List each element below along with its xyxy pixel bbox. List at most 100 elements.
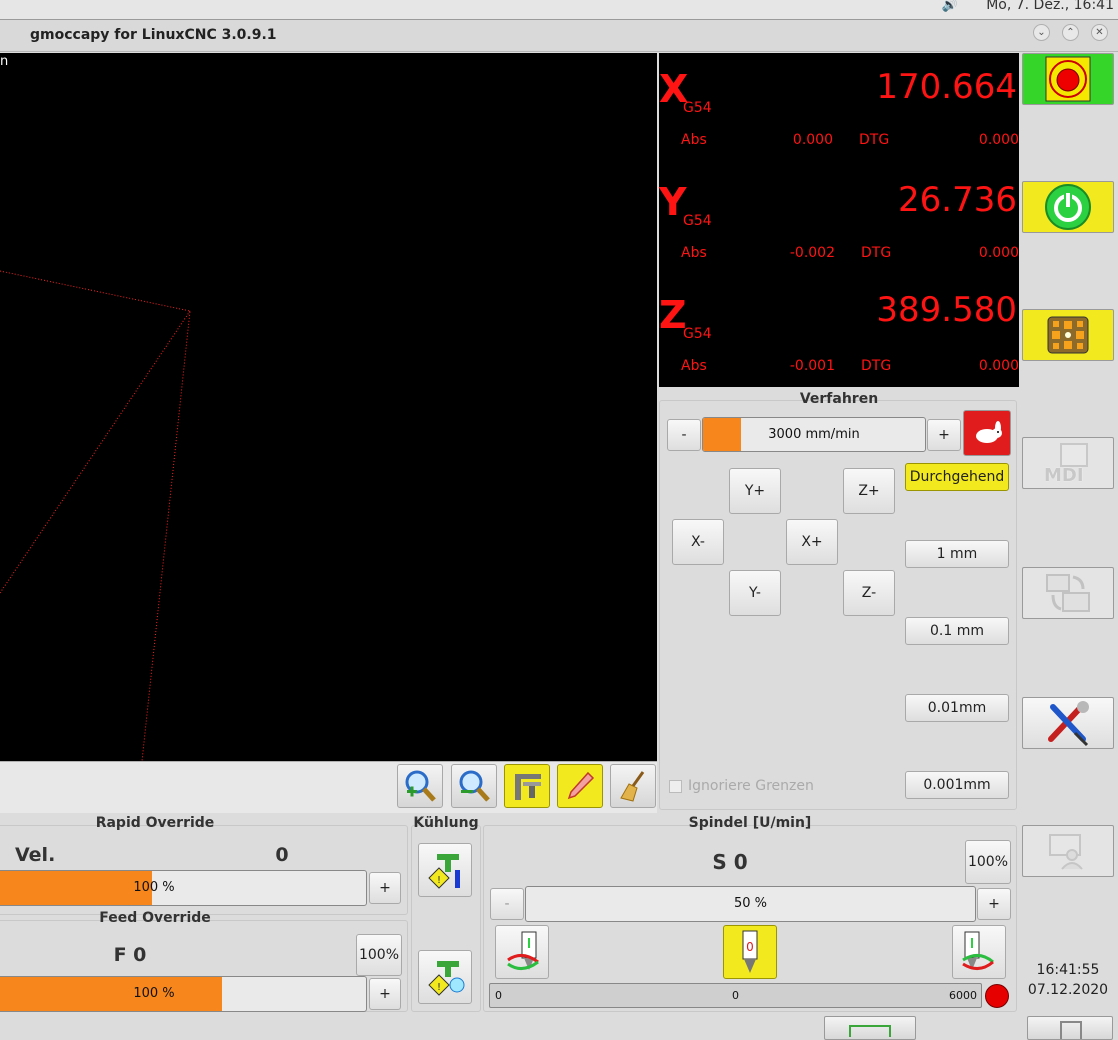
flood-coolant-icon: ! (428, 854, 460, 889)
rapid-override-slider[interactable]: 100 % (0, 870, 367, 906)
feed-override-percent: 100 % (133, 986, 175, 1001)
rapid-override-plus-button[interactable]: + (369, 872, 401, 904)
close-icon[interactable]: ✕ (1091, 24, 1108, 41)
dro-z-abs-label: Abs (681, 358, 707, 374)
jog-z-minus-button[interactable]: Z- (843, 570, 895, 616)
tools-icon (1048, 701, 1089, 747)
dro-x-dtg-label: DTG (859, 132, 890, 148)
machine-power-button[interactable] (1022, 181, 1114, 233)
dro-z-value[interactable]: 389.580 (777, 293, 1017, 327)
clear-preview-button[interactable] (610, 764, 656, 808)
zoom-in-button[interactable] (397, 764, 443, 808)
jog-increment-0-1mm[interactable]: 0.1 mm (905, 617, 1009, 645)
gcode-preview[interactable] (0, 53, 657, 761)
mist-coolant-icon: ! (428, 961, 465, 996)
spindle-override-percent: 50 % (733, 896, 768, 911)
spindle-override-minus-button[interactable]: - (490, 888, 524, 920)
dro-z-dtg-label: DTG (861, 358, 892, 374)
jog-increment-1mm[interactable]: 1 mm (905, 540, 1009, 568)
preview-label: n (0, 54, 9, 69)
jog-x-minus-button[interactable]: X- (672, 519, 724, 565)
feed-value: F 0 (113, 944, 147, 966)
jog-panel (659, 400, 1017, 810)
turtle-rabbit-button[interactable] (963, 410, 1011, 456)
broom-icon (620, 771, 645, 802)
svg-text:0: 0 (746, 940, 754, 954)
mdi-label: MDI (1044, 465, 1084, 486)
jog-speed-slider[interactable]: 3000 mm/min (702, 417, 926, 452)
auto-mode-button[interactable] (1022, 567, 1114, 619)
estop-button[interactable] (1022, 53, 1114, 105)
zoom-in-icon (405, 770, 436, 802)
spindle-title: Spindel [U/min] (688, 815, 812, 831)
dro-z-abs-value: -0.001 (789, 358, 835, 374)
spindle-speed-value: S 0 (712, 850, 748, 874)
spindle-forward-button[interactable] (495, 925, 549, 979)
svg-text:!: ! (437, 982, 441, 993)
spindle-stop-button[interactable]: 0 (723, 925, 777, 979)
spindle-reverse-button[interactable] (952, 925, 1006, 979)
spindle-override-reset-button[interactable]: 100% (965, 840, 1011, 884)
bottom-action-button[interactable] (824, 1016, 916, 1040)
dro-panel: X 170.664 G54 Abs 0.000 DTG 0.000 Y 26.7… (659, 53, 1019, 387)
mdi-icon: MDI (1038, 441, 1098, 486)
maximize-icon[interactable]: ⌃ (1062, 24, 1079, 41)
rapid-vel-value: 0 (275, 844, 289, 866)
jog-increment-0-01mm[interactable]: 0.01mm (905, 694, 1009, 722)
rabbit-icon (976, 421, 1002, 443)
spindle-override-plus-button[interactable]: + (977, 888, 1011, 920)
dro-y-dtg-label: DTG (861, 245, 892, 261)
jog-increment-0-001mm[interactable]: 0.001mm (905, 771, 1009, 799)
draw-toolpath-button[interactable] (557, 764, 603, 808)
caliper-icon (515, 774, 541, 800)
feed-override-title: Feed Override (99, 910, 211, 926)
dro-y-dtg-value: 0.000 (978, 245, 1019, 261)
settings-button[interactable] (1022, 697, 1114, 749)
spindle-gauge-max: 6000 (949, 989, 977, 1002)
jog-speed-minus-button[interactable]: - (667, 419, 701, 451)
side-clock-time: 16:41:55 (1036, 962, 1100, 978)
user-tabs-button[interactable] (1022, 825, 1114, 877)
system-clock[interactable]: Mo, 7. Dez., 16:41 (986, 0, 1114, 13)
power-icon (1045, 184, 1091, 230)
dro-x-dtg-value: 0.000 (978, 132, 1019, 148)
dro-x-coord-system: G54 (683, 100, 712, 116)
mist-coolant-button[interactable]: ! (418, 950, 472, 1004)
dro-x-abs-label: Abs (681, 132, 707, 148)
window-title: gmoccapy for LinuxCNC 3.0.9.1 (30, 27, 277, 43)
user-screen-icon (1049, 834, 1083, 870)
dro-x-value[interactable]: 170.664 (777, 70, 1017, 104)
minimize-icon[interactable]: ⌄ (1033, 24, 1050, 41)
emergency-stop-icon (1045, 56, 1091, 102)
flood-coolant-button[interactable]: ! (418, 843, 472, 897)
mdi-mode-button[interactable]: MDI (1022, 437, 1114, 489)
exit-button[interactable] (1027, 1016, 1113, 1040)
dro-x-abs-value: 0.000 (792, 132, 833, 148)
view-dimensions-button[interactable] (504, 764, 550, 808)
feed-override-reset-button[interactable]: 100% (356, 934, 402, 976)
door-icon (1060, 1021, 1082, 1039)
rapid-override-percent: 100 % (133, 880, 175, 895)
spindle-speed-gauge: 0 0 6000 (489, 983, 982, 1008)
jog-y-plus-button[interactable]: Y+ (729, 468, 781, 514)
ignore-limits-checkbox[interactable] (669, 780, 682, 793)
jog-y-minus-button[interactable]: Y- (729, 570, 781, 616)
zoom-out-button[interactable] (451, 764, 497, 808)
speaker-icon[interactable]: 🔊 (942, 0, 958, 13)
jog-increment-continuous[interactable]: Durchgehend (905, 463, 1009, 491)
jog-z-plus-button[interactable]: Z+ (843, 468, 895, 514)
jog-panel-title: Verfahren (799, 391, 879, 407)
spindle-gauge-value: 0 (732, 989, 739, 1002)
dro-z-dtg-value: 0.000 (978, 358, 1019, 374)
dro-y-coord-system: G54 (683, 213, 712, 229)
frame-icon (849, 1025, 891, 1037)
jog-x-plus-button[interactable]: X+ (786, 519, 838, 565)
spindle-override-slider[interactable]: 50 % (525, 886, 976, 922)
manual-mode-button[interactable] (1022, 309, 1114, 361)
auto-machine-icon (1046, 574, 1090, 612)
dro-y-value[interactable]: 26.736 (777, 183, 1017, 217)
dro-z-coord-system: G54 (683, 326, 712, 342)
jog-speed-plus-button[interactable]: + (927, 419, 961, 451)
feed-override-plus-button[interactable]: + (369, 978, 401, 1010)
feed-override-slider[interactable]: 100 % (0, 976, 367, 1012)
